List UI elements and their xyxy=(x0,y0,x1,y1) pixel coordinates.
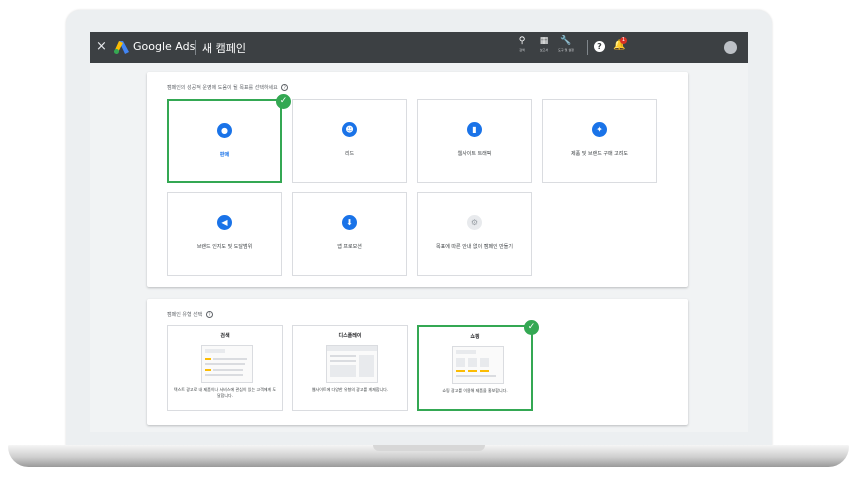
top-bar: × Google Ads 새 캠페인 ⚲ 검색 ▦ 보고서 🔧 도구 및 설정 … xyxy=(90,32,748,63)
search-icon: ⚲ xyxy=(518,36,526,46)
goal-card-leads[interactable]: ☻ 리드 xyxy=(292,99,407,183)
close-icon[interactable]: × xyxy=(96,39,107,54)
goal-card-sales[interactable]: ● 판매 xyxy=(167,99,282,183)
illus-searchbox xyxy=(456,350,476,354)
campaign-type-description: 텍스트 광고로 내 제품이나 서비스에 관심이 있는 고객에게 도달합니다. xyxy=(173,387,277,398)
illus-searchbox xyxy=(205,349,225,353)
reports-button[interactable]: ▦ 보고서 xyxy=(534,36,554,52)
goal-label: 브랜드 인지도 및 도달범위 xyxy=(196,244,253,250)
display-ad-illustration xyxy=(326,345,378,383)
goal-label: 앱 프로모션 xyxy=(337,244,362,250)
campaign-type-description: 웹사이트에 다양한 유형의 광고를 게재합니다. xyxy=(311,387,389,392)
goal-card-no-goal[interactable]: ⚙ 목표에 따른 안내 없이 캠페인 만들기 xyxy=(417,192,532,276)
goal-label: 웹사이트 트래픽 xyxy=(457,151,492,157)
illus-line xyxy=(205,374,243,376)
illus-line xyxy=(330,355,356,357)
illus-image xyxy=(330,365,356,377)
goal-panel-title: 캠페인의 성공적 운영에 도움이 될 목표를 선택하세요 ? xyxy=(167,84,289,91)
download-icon: ⬇ xyxy=(342,215,357,230)
search-ad-illustration xyxy=(201,345,253,383)
reports-label: 보고서 xyxy=(539,48,549,52)
selected-check-icon: ✓ xyxy=(276,94,291,109)
illus-header xyxy=(327,346,377,351)
brand-name: Google Ads xyxy=(133,40,196,53)
mouse-icon: ▮ xyxy=(467,122,482,137)
goal-card-consideration[interactable]: ✦ 제품 및 브랜드 구매 고려도 xyxy=(542,99,657,183)
illus-product xyxy=(456,358,465,367)
campaign-type-panel: 캠페인 유형 선택 ? 검색 텍스트 광고로 내 제품이나 서비스에 관심이 있… xyxy=(147,299,688,425)
campaign-type-shopping[interactable]: 쇼핑 쇼핑 광고를 이용해 제품을 홍보합니다. xyxy=(417,325,533,411)
goal-label: 제품 및 브랜드 구매 고려도 xyxy=(571,151,628,157)
illus-product xyxy=(468,358,477,367)
reports-icon: ▦ xyxy=(539,36,549,46)
toolbar-divider xyxy=(587,40,588,55)
people-icon: ☻ xyxy=(342,122,357,137)
illus-ad-tag xyxy=(205,358,211,360)
goal-panel: 캠페인의 성공적 운영에 도움이 될 목표를 선택하세요 ? ● 판매 ✓ ☻ … xyxy=(147,72,688,287)
sparkle-icon: ✦ xyxy=(592,122,607,137)
info-icon[interactable]: ? xyxy=(205,311,213,318)
app-screen: × Google Ads 새 캠페인 ⚲ 검색 ▦ 보고서 🔧 도구 및 설정 … xyxy=(90,32,748,432)
info-icon[interactable]: ? xyxy=(281,84,289,91)
campaign-type-search[interactable]: 검색 텍스트 광고로 내 제품이나 서비스에 관심이 있는 고객에게 도달합니다… xyxy=(167,325,283,411)
avatar[interactable] xyxy=(724,41,737,54)
campaign-type-name: 디스플레이 xyxy=(338,333,362,339)
tools-button[interactable]: 🔧 도구 및 설정 xyxy=(556,36,576,52)
illus-banner xyxy=(359,355,374,377)
campaign-type-name: 검색 xyxy=(220,333,230,339)
campaign-type-name: 쇼핑 xyxy=(470,334,480,340)
illus-ad-tag xyxy=(205,369,211,371)
illus-price xyxy=(480,370,489,372)
speaker-icon: ◀ xyxy=(217,215,232,230)
help-icon[interactable]: ? xyxy=(594,41,605,52)
notification-badge: 1 xyxy=(620,37,627,44)
search-label: 검색 xyxy=(519,48,525,52)
illus-price xyxy=(456,370,465,372)
illus-line xyxy=(456,375,496,377)
wrench-icon: 🔧 xyxy=(560,36,572,46)
goal-panel-title-text: 캠페인의 성공적 운영에 도움이 될 목표를 선택하세요 xyxy=(167,85,278,91)
selected-check-icon: ✓ xyxy=(524,320,539,335)
tools-label: 도구 및 설정 xyxy=(558,48,574,52)
campaign-type-description: 쇼핑 광고를 이용해 제품을 홍보합니다. xyxy=(442,388,508,393)
gear-icon: ⚙ xyxy=(467,215,482,230)
shopping-ad-illustration xyxy=(452,346,504,384)
illus-line xyxy=(330,360,356,362)
goal-label: 목표에 따른 안내 없이 캠페인 만들기 xyxy=(436,244,513,250)
page-title: 새 캠페인 xyxy=(202,42,246,55)
campaign-type-panel-title-text: 캠페인 유형 선택 xyxy=(167,312,203,318)
goal-label: 리드 xyxy=(344,151,355,157)
tag-icon: ● xyxy=(217,123,232,138)
goal-card-awareness[interactable]: ◀ 브랜드 인지도 및 도달범위 xyxy=(167,192,282,276)
goal-card-app-promotion[interactable]: ⬇ 앱 프로모션 xyxy=(292,192,407,276)
campaign-type-display[interactable]: 디스플레이 웹사이트에 다양한 유형의 광고를 게재합니다. xyxy=(292,325,408,411)
illus-line xyxy=(205,363,245,365)
goal-label: 판매 xyxy=(219,152,230,158)
illus-product xyxy=(480,358,489,367)
title-divider xyxy=(195,40,196,55)
illus-line xyxy=(213,358,247,360)
google-ads-logo-icon xyxy=(114,41,129,54)
laptop-base xyxy=(8,445,849,467)
goal-card-website-traffic[interactable]: ▮ 웹사이트 트래픽 xyxy=(417,99,532,183)
illus-price xyxy=(468,370,477,372)
illus-line xyxy=(213,369,243,371)
campaign-type-panel-title: 캠페인 유형 선택 ? xyxy=(167,311,213,318)
search-button[interactable]: ⚲ 검색 xyxy=(512,36,532,52)
laptop-notch xyxy=(373,445,485,451)
